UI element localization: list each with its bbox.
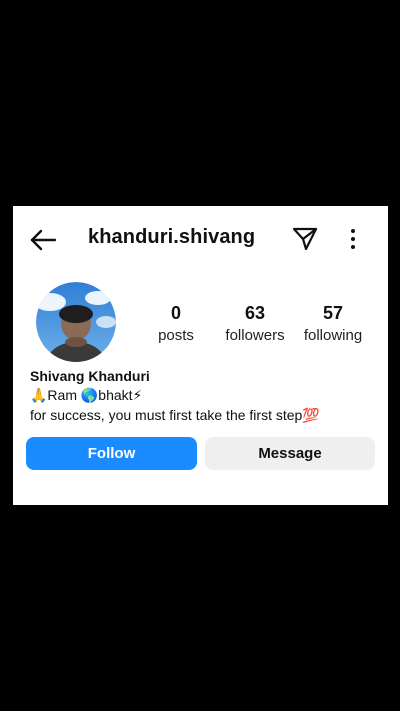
back-button[interactable] xyxy=(29,228,57,252)
more-options-button[interactable] xyxy=(345,226,361,252)
posts-stat[interactable]: 0 posts xyxy=(150,302,202,346)
follow-button[interactable]: Follow xyxy=(26,437,197,470)
posts-label: posts xyxy=(158,327,194,344)
followers-label: followers xyxy=(225,327,285,344)
followers-count: 63 xyxy=(244,303,266,323)
profile-avatar[interactable] xyxy=(36,282,116,362)
share-profile-button[interactable] xyxy=(292,226,318,252)
profile-card: khanduri.shivang 0 posts 63 followers 57… xyxy=(13,206,388,505)
followers-stat[interactable]: 63 followers xyxy=(219,302,291,346)
arrow-left-icon xyxy=(30,229,57,251)
following-stat[interactable]: 57 following xyxy=(300,302,366,346)
posts-count: 0 xyxy=(170,303,181,323)
profile-username: khanduri.shivang xyxy=(88,226,256,248)
bio-line: 🙏Ram 🌎bhakt⚡ xyxy=(30,387,143,403)
message-button[interactable]: Message xyxy=(205,437,375,470)
following-count: 57 xyxy=(322,303,344,323)
vertical-dots-icon xyxy=(351,229,355,249)
paper-plane-icon xyxy=(292,227,318,251)
bio-line: for success, you must first take the fir… xyxy=(30,407,320,423)
following-label: following xyxy=(303,327,363,344)
profile-header: khanduri.shivang xyxy=(13,220,388,260)
profile-photo-image xyxy=(36,282,116,362)
display-name: Shivang Khanduri xyxy=(30,368,150,384)
